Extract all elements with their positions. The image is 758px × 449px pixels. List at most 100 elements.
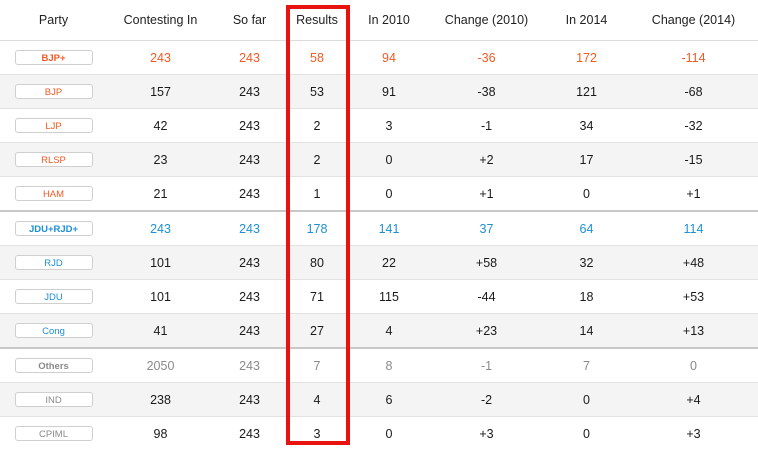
in-2010-cell: 91 — [349, 74, 429, 109]
contesting-in-cell: 98 — [107, 416, 214, 449]
column-header-party[interactable]: Party — [0, 0, 107, 41]
in-2010-cell: 4 — [349, 313, 429, 349]
party-cell: JDU — [0, 279, 107, 314]
results-cell: 7 — [285, 347, 349, 383]
contesting-in-cell: 21 — [107, 176, 214, 212]
column-header-contesting-in[interactable]: Contesting In — [107, 0, 214, 41]
in-2014-cell: 0 — [544, 176, 629, 212]
contesting-in-cell: 42 — [107, 108, 214, 143]
change-2014-cell: +1 — [629, 176, 758, 212]
column-header-change-2014[interactable]: Change (2014) — [629, 0, 758, 41]
contesting-in-cell: 23 — [107, 142, 214, 177]
party-button[interactable]: IND — [14, 392, 93, 407]
table-row: JDU 101 243 71 115 -44 18 +53 — [0, 279, 758, 314]
party-group-button[interactable]: Others — [14, 358, 93, 373]
change-2010-cell: -1 — [429, 347, 544, 383]
change-2010-cell: -44 — [429, 279, 544, 314]
so-far-cell: 243 — [214, 416, 285, 449]
column-header-in-2010[interactable]: In 2010 — [349, 0, 429, 41]
contesting-in-cell: 101 — [107, 279, 214, 314]
contesting-in-cell: 101 — [107, 245, 214, 280]
party-cell: RLSP — [0, 142, 107, 177]
so-far-cell: 243 — [214, 142, 285, 177]
party-button[interactable]: LJP — [14, 118, 93, 133]
column-header-in-2014[interactable]: In 2014 — [544, 0, 629, 41]
in-2010-cell: 115 — [349, 279, 429, 314]
so-far-cell: 243 — [214, 40, 285, 75]
party-cell: CPIML — [0, 416, 107, 449]
contesting-in-cell: 243 — [107, 40, 214, 75]
in-2010-cell: 22 — [349, 245, 429, 280]
change-2010-cell: -36 — [429, 40, 544, 75]
in-2010-cell: 3 — [349, 108, 429, 143]
so-far-cell: 243 — [214, 347, 285, 383]
so-far-cell: 243 — [214, 210, 285, 246]
results-cell: 2 — [285, 108, 349, 143]
table-row: Cong 41 243 27 4 +23 14 +13 — [0, 313, 758, 349]
so-far-cell: 243 — [214, 382, 285, 417]
contesting-in-cell: 157 — [107, 74, 214, 109]
in-2014-cell: 0 — [544, 416, 629, 449]
column-header-results[interactable]: Results — [285, 0, 349, 41]
in-2014-cell: 7 — [544, 347, 629, 383]
party-group-button[interactable]: JDU+RJD+ — [14, 221, 93, 236]
party-cell: HAM — [0, 176, 107, 212]
party-button[interactable]: HAM — [14, 186, 93, 201]
results-cell: 27 — [285, 313, 349, 349]
table-row: RLSP 23 243 2 0 +2 17 -15 — [0, 142, 758, 177]
party-cell: LJP — [0, 108, 107, 143]
table-row: RJD 101 243 80 22 +58 32 +48 — [0, 245, 758, 280]
group-total-row: BJP+ 243 243 58 94 -36 172 -114 — [0, 40, 758, 75]
party-cell: BJP+ — [0, 40, 107, 75]
change-2010-cell: +23 — [429, 313, 544, 349]
so-far-cell: 243 — [214, 245, 285, 280]
party-button[interactable]: RJD — [14, 255, 93, 270]
change-2010-cell: +3 — [429, 416, 544, 449]
party-button[interactable]: BJP — [14, 84, 93, 99]
results-cell: 1 — [285, 176, 349, 212]
in-2014-cell: 34 — [544, 108, 629, 143]
so-far-cell: 243 — [214, 176, 285, 212]
in-2014-cell: 17 — [544, 142, 629, 177]
party-group-button[interactable]: BJP+ — [14, 50, 93, 65]
party-cell: Cong — [0, 313, 107, 349]
change-2014-cell: -114 — [629, 40, 758, 75]
change-2014-cell: -32 — [629, 108, 758, 143]
party-cell: RJD — [0, 245, 107, 280]
table-row: HAM 21 243 1 0 +1 0 +1 — [0, 176, 758, 212]
change-2014-cell: -68 — [629, 74, 758, 109]
results-cell: 178 — [285, 210, 349, 246]
results-cell: 53 — [285, 74, 349, 109]
column-header-change-2010[interactable]: Change (2010) — [429, 0, 544, 41]
party-cell: JDU+RJD+ — [0, 210, 107, 246]
party-button[interactable]: RLSP — [14, 152, 93, 167]
change-2014-cell: +48 — [629, 245, 758, 280]
results-cell: 58 — [285, 40, 349, 75]
table-header-row: Party Contesting In So far Results In 20… — [0, 0, 758, 41]
change-2010-cell: -2 — [429, 382, 544, 417]
change-2014-cell: +53 — [629, 279, 758, 314]
in-2014-cell: 14 — [544, 313, 629, 349]
column-header-so-far[interactable]: So far — [214, 0, 285, 41]
change-2014-cell: +13 — [629, 313, 758, 349]
party-button[interactable]: Cong — [14, 323, 93, 338]
table-body: BJP+ 243 243 58 94 -36 172 -114 BJP 157 243 53 91 -38… — [0, 40, 758, 449]
so-far-cell: 243 — [214, 74, 285, 109]
table-row: BJP 157 243 53 91 -38 121 -68 — [0, 74, 758, 109]
in-2010-cell: 6 — [349, 382, 429, 417]
results-cell: 71 — [285, 279, 349, 314]
contesting-in-cell: 2050 — [107, 347, 214, 383]
in-2010-cell: 0 — [349, 416, 429, 449]
results-panel: Party Contesting In So far Results In 20… — [0, 0, 758, 449]
party-button[interactable]: JDU — [14, 289, 93, 304]
in-2010-cell: 8 — [349, 347, 429, 383]
in-2014-cell: 121 — [544, 74, 629, 109]
change-2014-cell: +4 — [629, 382, 758, 417]
contesting-in-cell: 41 — [107, 313, 214, 349]
in-2014-cell: 172 — [544, 40, 629, 75]
results-cell: 80 — [285, 245, 349, 280]
party-button[interactable]: CPIML — [14, 426, 93, 441]
party-cell: BJP — [0, 74, 107, 109]
change-2010-cell: +58 — [429, 245, 544, 280]
in-2010-cell: 141 — [349, 210, 429, 246]
